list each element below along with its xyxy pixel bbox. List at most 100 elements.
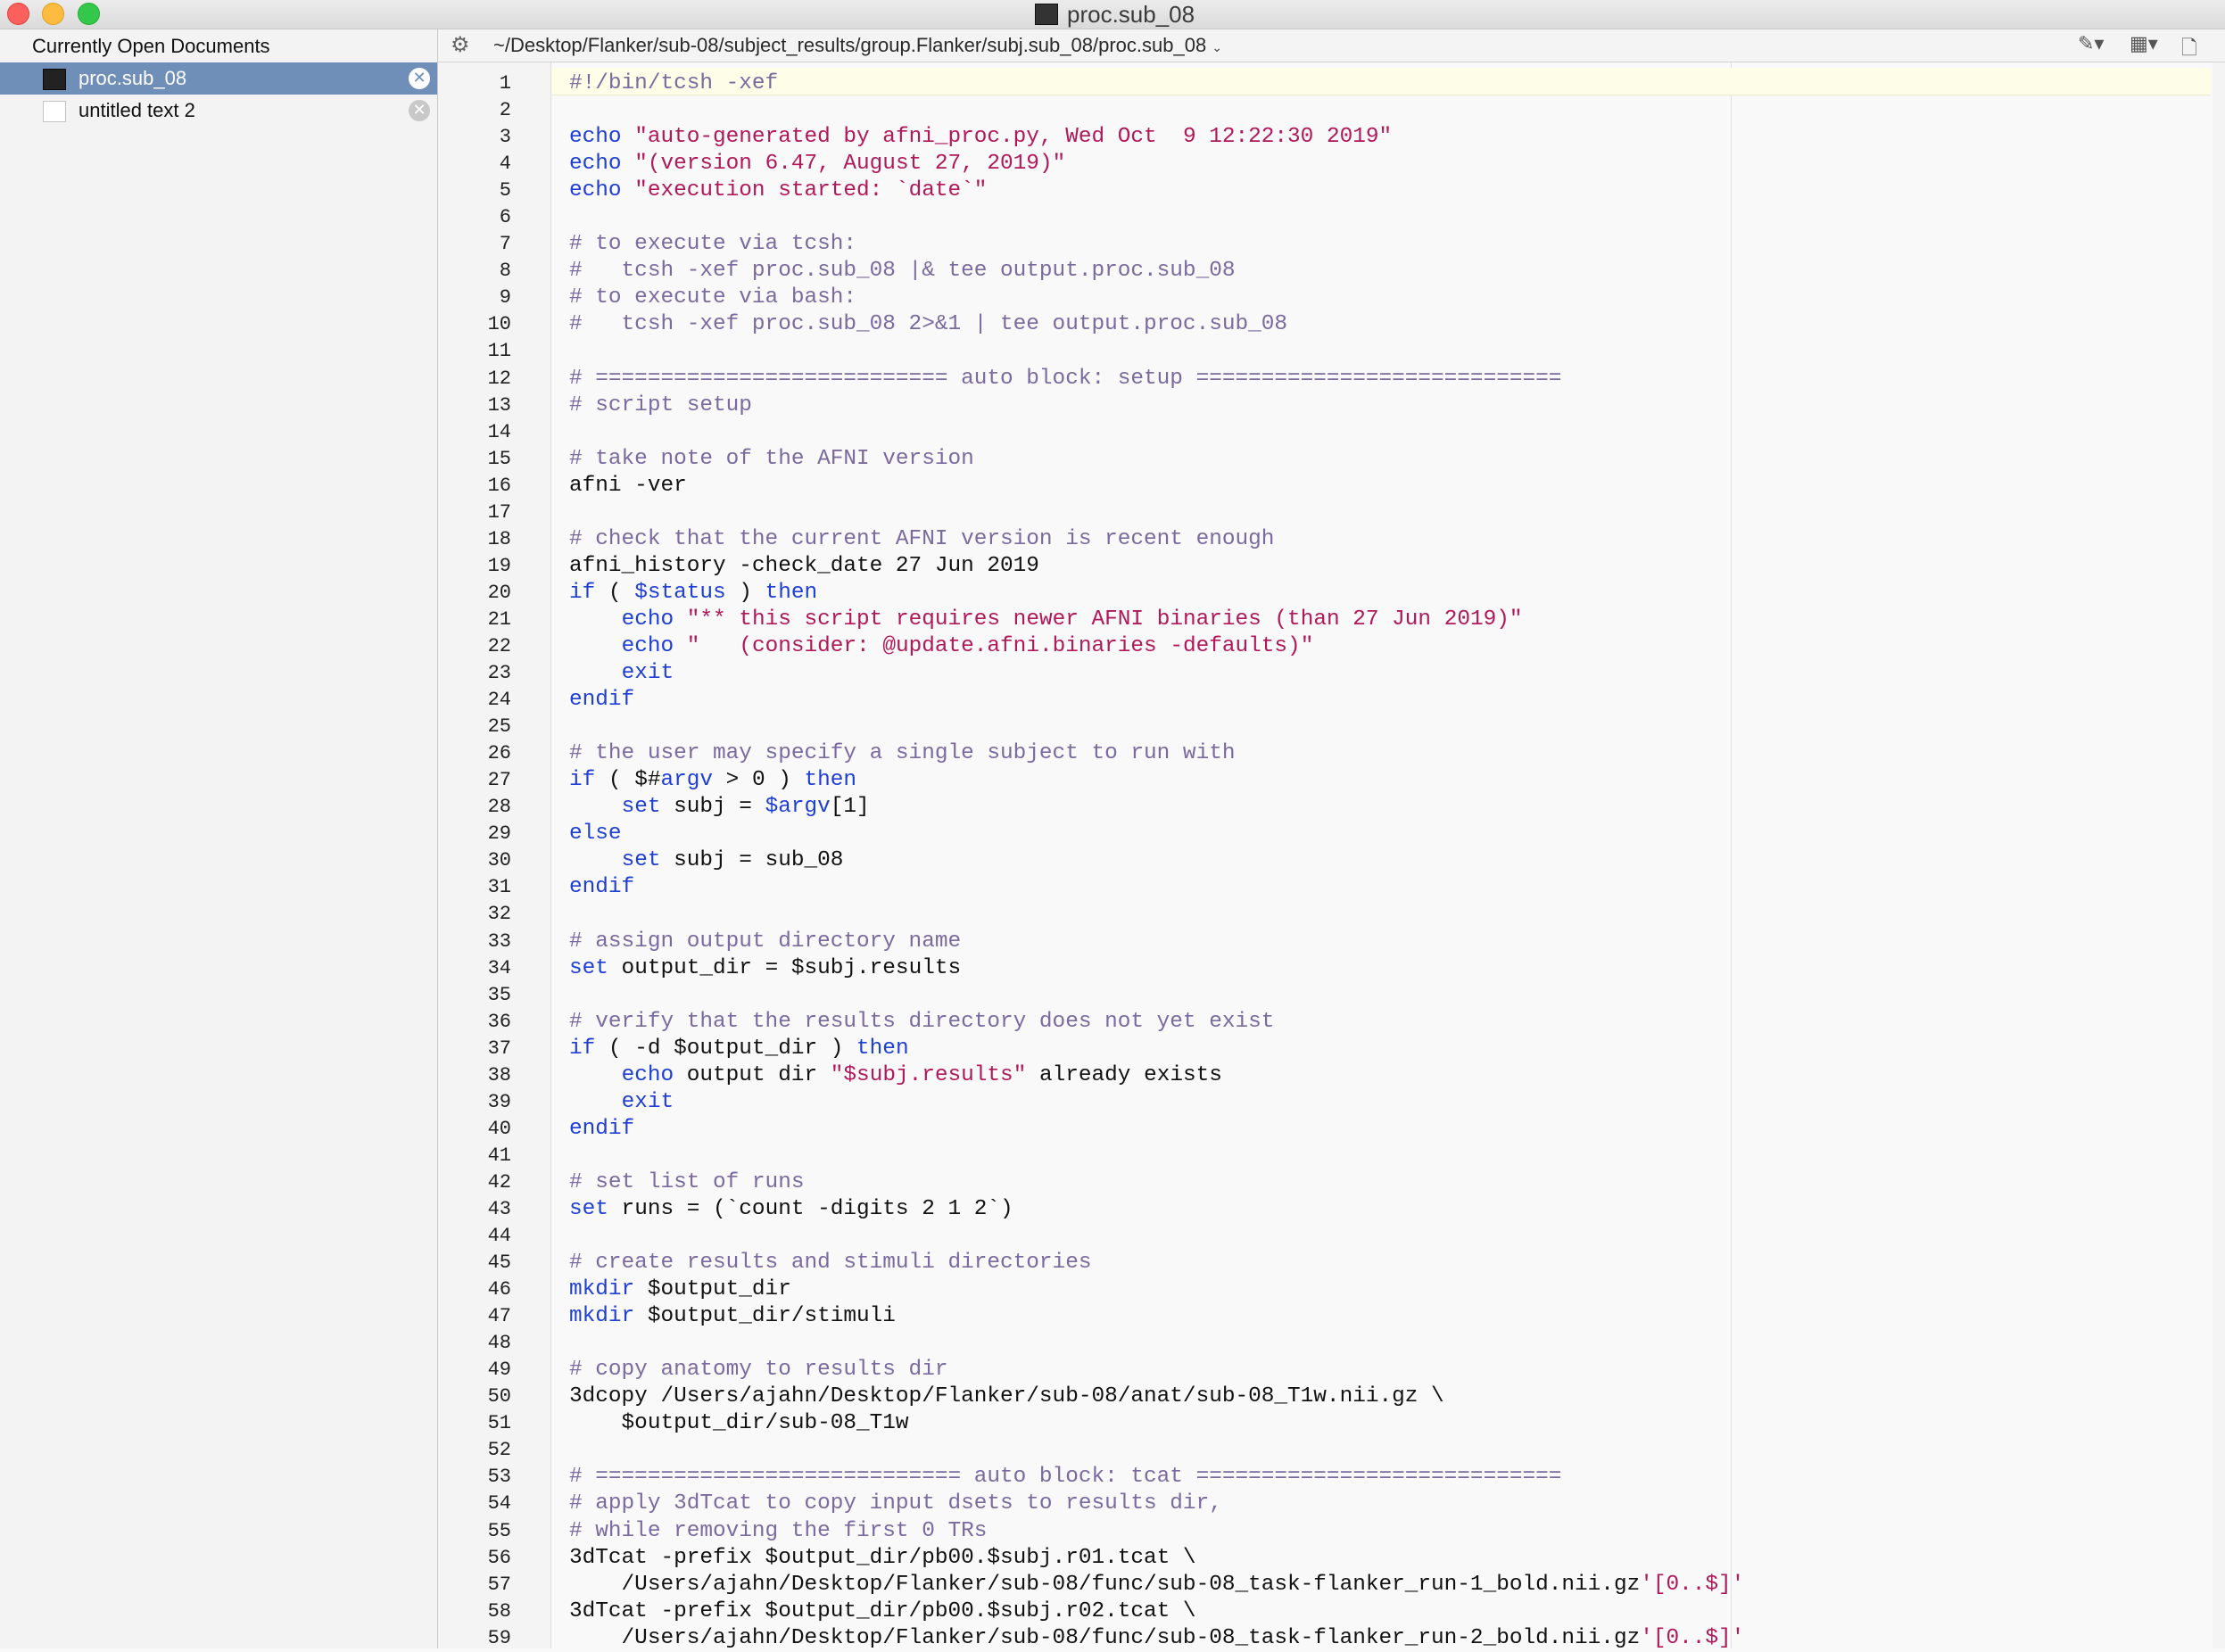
code-token: ( bbox=[595, 580, 635, 605]
code-text: if ( -d $output_dir ) then bbox=[569, 1036, 909, 1062]
code-line[interactable]: 47 mkdir $output_dir/stimuli bbox=[438, 1303, 2213, 1330]
code-line[interactable]: 43 set runs = (`count -digits 2 1 2`) bbox=[438, 1196, 2213, 1223]
code-line[interactable]: 53 # ============================ auto bl… bbox=[438, 1464, 2213, 1491]
code-line[interactable]: 12 # =========================== auto blo… bbox=[438, 366, 2213, 392]
zoom-window-button[interactable] bbox=[78, 3, 100, 25]
line-number: 30 bbox=[487, 849, 511, 872]
code-line[interactable]: 16 afni -ver bbox=[438, 473, 2213, 500]
code-text: # to execute via bash: bbox=[569, 285, 856, 311]
code-token: $output_dir bbox=[634, 1277, 791, 1302]
code-text: set runs = (`count -digits 2 1 2`) bbox=[569, 1196, 1013, 1223]
line-number: 16 bbox=[487, 474, 511, 497]
code-line[interactable]: 57 /Users/ajahn/Desktop/Flanker/sub-08/f… bbox=[438, 1572, 2213, 1598]
close-document-icon[interactable]: ✕ bbox=[409, 68, 430, 89]
code-token: # script setup bbox=[569, 392, 752, 417]
document-item-proc-sub-08[interactable]: proc.sub_08 ✕ bbox=[0, 62, 437, 95]
code-line[interactable]: 18 # check that the current AFNI version … bbox=[438, 526, 2213, 553]
code-token: exit bbox=[621, 661, 674, 686]
pencil-icon[interactable]: ✎▾ bbox=[2078, 33, 2104, 55]
code-token: # the user may specify a single subject … bbox=[569, 741, 1236, 766]
code-line[interactable]: 6 bbox=[438, 204, 2213, 231]
code-line[interactable]: 54 # apply 3dTcat to copy input dsets to … bbox=[438, 1491, 2213, 1517]
code-line[interactable]: 1 #!/bin/tcsh -xef bbox=[438, 70, 2213, 97]
line-number: 5 bbox=[499, 179, 511, 202]
code-line[interactable]: 44 bbox=[438, 1223, 2213, 1250]
code-token: '[0..$]' bbox=[1640, 1625, 1745, 1650]
code-line[interactable]: 25 bbox=[438, 714, 2213, 740]
code-line[interactable]: 50 3dcopy /Users/ajahn/Desktop/Flanker/su… bbox=[438, 1384, 2213, 1410]
close-window-button[interactable] bbox=[7, 3, 29, 25]
code-line[interactable]: 26 # the user may specify a single subjec… bbox=[438, 740, 2213, 767]
code-line[interactable]: 22 echo " (consider: @update.afni.binari… bbox=[438, 633, 2213, 660]
open-documents-sidebar: Currently Open Documents proc.sub_08 ✕ u… bbox=[0, 29, 438, 1648]
code-line[interactable]: 58 3dTcat -prefix $output_dir/pb00.$subj.… bbox=[438, 1598, 2213, 1625]
code-line[interactable]: 21 echo "** this script requires newer A… bbox=[438, 607, 2213, 633]
code-line[interactable]: 13 # script setup bbox=[438, 392, 2213, 419]
code-line[interactable]: 27 if ( $#argv > 0 ) then bbox=[438, 767, 2213, 794]
code-line[interactable]: 7 # to execute via tcsh: bbox=[438, 231, 2213, 258]
gear-icon[interactable]: ⚙ bbox=[451, 32, 470, 57]
code-line[interactable]: 33 # assign output directory name bbox=[438, 929, 2213, 955]
code-lines: 1 #!/bin/tcsh -xef 2 3 echo "auto-generated … bbox=[438, 70, 2213, 1652]
line-number: 8 bbox=[499, 260, 511, 283]
code-line[interactable]: 48 bbox=[438, 1330, 2213, 1357]
code-line[interactable]: 10 # tcsh -xef proc.sub_08 2>&1 | tee out… bbox=[438, 311, 2213, 338]
code-line[interactable]: 41 bbox=[438, 1143, 2213, 1169]
code-token: "execution started: `date`" bbox=[634, 178, 988, 203]
code-line[interactable]: 9 # to execute via bash: bbox=[438, 285, 2213, 311]
code-token: mkdir bbox=[569, 1277, 635, 1302]
line-number: 20 bbox=[487, 581, 511, 604]
code-line[interactable]: 17 bbox=[438, 500, 2213, 526]
document-item-untitled-text-2[interactable]: untitled text 2 ✕ bbox=[0, 95, 437, 127]
code-line[interactable]: 37 if ( -d $output_dir ) then bbox=[438, 1036, 2213, 1062]
code-line[interactable]: 24 endif bbox=[438, 687, 2213, 714]
code-token: $status bbox=[634, 580, 726, 605]
code-line[interactable]: 34 set output_dir = $subj.results bbox=[438, 955, 2213, 982]
file-path-popup[interactable]: ~/Desktop/Flanker/sub-08/subject_results… bbox=[493, 29, 1222, 64]
minimize-window-button[interactable] bbox=[42, 3, 64, 25]
code-token: # tcsh -xef proc.sub_08 |& tee output.pr… bbox=[569, 259, 1236, 284]
code-line[interactable]: 36 # verify that the results directory do… bbox=[438, 1009, 2213, 1036]
window-title-text: proc.sub_08 bbox=[1067, 1, 1195, 28]
code-text: endif bbox=[569, 874, 634, 901]
line-number: 15 bbox=[487, 447, 511, 470]
code-token: # copy anatomy to results dir bbox=[569, 1358, 948, 1383]
code-line[interactable]: 11 bbox=[438, 338, 2213, 365]
code-line[interactable]: 31 endif bbox=[438, 874, 2213, 901]
code-line[interactable]: 28 set subj = $argv[1] bbox=[438, 794, 2213, 821]
vertical-scrollbar[interactable] bbox=[2213, 62, 2225, 1648]
code-line[interactable]: 40 endif bbox=[438, 1116, 2213, 1143]
line-number: 34 bbox=[487, 956, 511, 979]
code-line[interactable]: 14 bbox=[438, 419, 2213, 446]
code-line[interactable]: 35 bbox=[438, 982, 2213, 1009]
line-number: 32 bbox=[487, 903, 511, 926]
code-line[interactable]: 46 mkdir $output_dir bbox=[438, 1276, 2213, 1303]
code-line[interactable]: 2 bbox=[438, 97, 2213, 124]
close-document-icon[interactable]: ✕ bbox=[409, 100, 430, 121]
code-line[interactable]: 49 # copy anatomy to results dir bbox=[438, 1357, 2213, 1384]
code-line[interactable]: 51 $output_dir/sub-08_T1w bbox=[438, 1410, 2213, 1437]
code-line[interactable]: 15 # take note of the AFNI version bbox=[438, 446, 2213, 473]
code-line[interactable]: 32 bbox=[438, 901, 2213, 928]
code-line[interactable]: 55 # while removing the first 0 TRs bbox=[438, 1518, 2213, 1545]
code-line[interactable]: 3 echo "auto-generated by afni_proc.py, W… bbox=[438, 124, 2213, 151]
code-line[interactable]: 42 # set list of runs bbox=[438, 1169, 2213, 1196]
line-number: 3 bbox=[499, 126, 511, 149]
code-line[interactable]: 59 /Users/ajahn/Desktop/Flanker/sub-08/f… bbox=[438, 1625, 2213, 1652]
code-line[interactable]: 45 # create results and stimuli directori… bbox=[438, 1250, 2213, 1276]
code-line[interactable]: 4 echo "(version 6.47, August 27, 2019)" bbox=[438, 151, 2213, 178]
code-line[interactable]: 38 echo output dir "$subj.results" alrea… bbox=[438, 1062, 2213, 1089]
function-menu-icon[interactable]: ▦▾ bbox=[2130, 33, 2158, 55]
code-line[interactable]: 5 echo "execution started: `date`" bbox=[438, 178, 2213, 204]
code-line[interactable]: 52 bbox=[438, 1437, 2213, 1464]
code-line[interactable]: 20 if ( $status ) then bbox=[438, 580, 2213, 607]
code-line[interactable]: 29 else bbox=[438, 821, 2213, 847]
code-line[interactable]: 8 # tcsh -xef proc.sub_08 |& tee output.p… bbox=[438, 258, 2213, 285]
code-line[interactable]: 56 3dTcat -prefix $output_dir/pb00.$subj.… bbox=[438, 1545, 2213, 1572]
code-line[interactable]: 39 exit bbox=[438, 1089, 2213, 1116]
code-line[interactable]: 23 exit bbox=[438, 660, 2213, 687]
code-line[interactable]: 19 afni_history -check_date 27 Jun 2019 bbox=[438, 553, 2213, 580]
line-number: 58 bbox=[487, 1599, 511, 1623]
code-line[interactable]: 30 set subj = sub_08 bbox=[438, 847, 2213, 874]
